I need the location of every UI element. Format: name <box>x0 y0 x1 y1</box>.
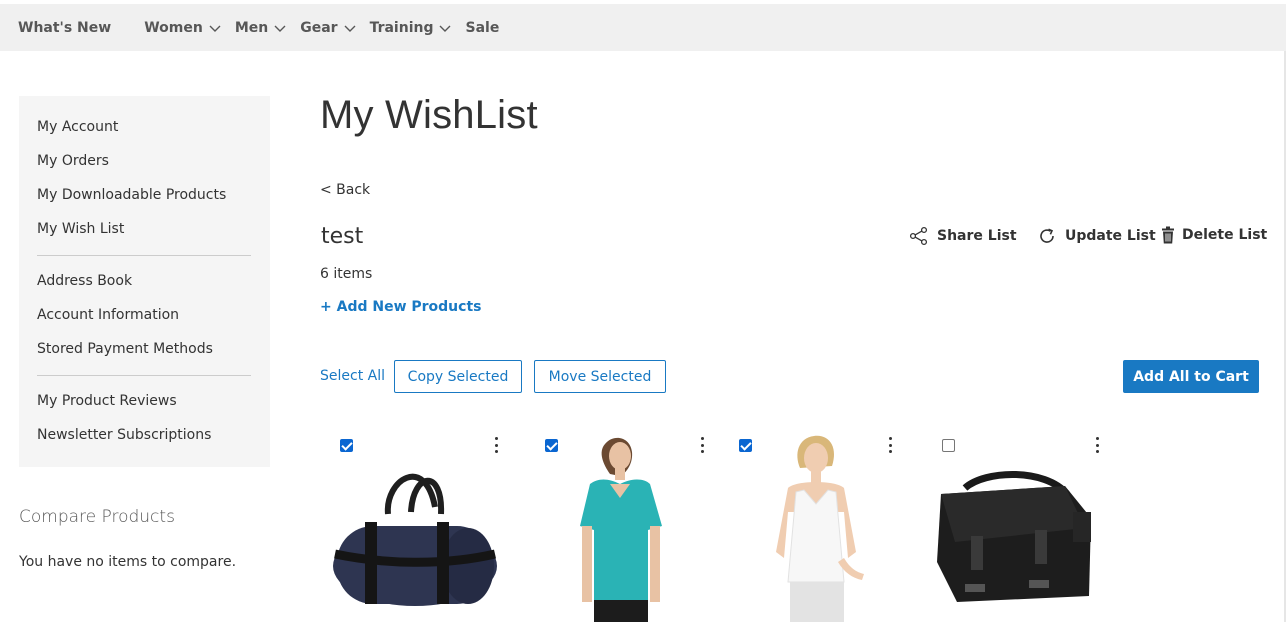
nav-label: Training <box>369 19 434 36</box>
top-navigation: What's New Women Men Gear Training Sale <box>0 4 1286 51</box>
sidebar-item-address-book[interactable]: Address Book <box>19 269 270 303</box>
add-new-products-link[interactable]: + Add New Products <box>320 299 481 315</box>
wishlist-name: test <box>321 224 364 249</box>
sidebar-divider <box>37 375 251 376</box>
nav-item-sale[interactable]: Sale <box>465 20 499 36</box>
wishlist-item-duffle-bag[interactable] <box>333 432 523 622</box>
item-checkbox[interactable] <box>340 439 353 452</box>
chevron-down-icon <box>209 25 221 32</box>
wishlist-item-teal-tee[interactable] <box>538 432 728 622</box>
sidebar-item-downloadable-products[interactable]: My Downloadable Products <box>19 183 270 217</box>
nav-item-whats-new[interactable]: What's New <box>18 20 111 36</box>
delete-list-button[interactable]: Delete List <box>1161 226 1267 244</box>
chevron-down-icon <box>274 25 286 32</box>
account-sidebar: My Account My Orders My Downloadable Pro… <box>19 96 270 467</box>
sidebar-item-newsletter-subscriptions[interactable]: Newsletter Subscriptions <box>19 423 270 457</box>
nav-label: Sale <box>465 19 500 36</box>
share-icon <box>909 226 928 246</box>
move-selected-button[interactable]: Move Selected <box>534 360 666 393</box>
wishlist-item-count: 6 items <box>320 266 373 282</box>
share-list-button[interactable]: Share List <box>909 226 1017 246</box>
product-image <box>580 432 726 622</box>
sidebar-item-account-information[interactable]: Account Information <box>19 303 270 337</box>
product-image <box>333 473 497 606</box>
add-all-to-cart-button[interactable]: Add All to Cart <box>1123 360 1259 393</box>
product-image <box>937 470 1091 602</box>
compare-empty-message: You have no items to compare. <box>19 554 237 570</box>
nav-label: What's New <box>18 19 112 36</box>
nav-label: Gear <box>300 19 338 36</box>
sidebar-item-wish-list[interactable]: My Wish List <box>19 217 270 251</box>
back-link[interactable]: < Back <box>320 182 370 198</box>
page-title: My WishList <box>320 93 538 137</box>
item-checkbox[interactable] <box>942 439 955 452</box>
sidebar-item-my-orders[interactable]: My Orders <box>19 149 270 183</box>
compare-products-title: Compare Products <box>19 507 175 527</box>
update-list-button[interactable]: Update List <box>1037 226 1156 246</box>
refresh-icon <box>1040 228 1054 243</box>
more-options-icon[interactable] <box>887 437 893 453</box>
nav-item-men[interactable]: Men <box>235 20 286 36</box>
more-options-icon[interactable] <box>699 437 705 453</box>
item-checkbox[interactable] <box>545 439 558 452</box>
share-list-label: Share List <box>937 228 1017 244</box>
sidebar-item-stored-payment-methods[interactable]: Stored Payment Methods <box>19 337 270 371</box>
update-list-label: Update List <box>1065 228 1156 244</box>
trash-icon <box>1162 226 1174 244</box>
delete-list-label: Delete List <box>1182 227 1268 243</box>
sidebar-item-my-account[interactable]: My Account <box>19 115 270 149</box>
select-all-link[interactable]: Select All <box>320 368 385 384</box>
nav-item-women[interactable]: Women <box>144 20 221 36</box>
chevron-down-icon <box>344 25 356 32</box>
more-options-icon[interactable] <box>1094 437 1100 453</box>
nav-label: Men <box>234 19 269 36</box>
nav-item-training[interactable]: Training <box>370 20 452 36</box>
wishlist-item-white-tank[interactable] <box>732 432 922 622</box>
sidebar-item-product-reviews[interactable]: My Product Reviews <box>19 389 270 423</box>
nav-label: Women <box>144 19 203 36</box>
sidebar-divider <box>37 255 251 256</box>
item-checkbox[interactable] <box>739 439 752 452</box>
copy-selected-button[interactable]: Copy Selected <box>394 360 522 393</box>
product-image <box>776 435 864 622</box>
chevron-down-icon <box>439 25 451 32</box>
wishlist-item-messenger-bag[interactable] <box>935 432 1125 622</box>
nav-item-gear[interactable]: Gear <box>300 19 356 36</box>
more-options-icon[interactable] <box>493 437 499 453</box>
